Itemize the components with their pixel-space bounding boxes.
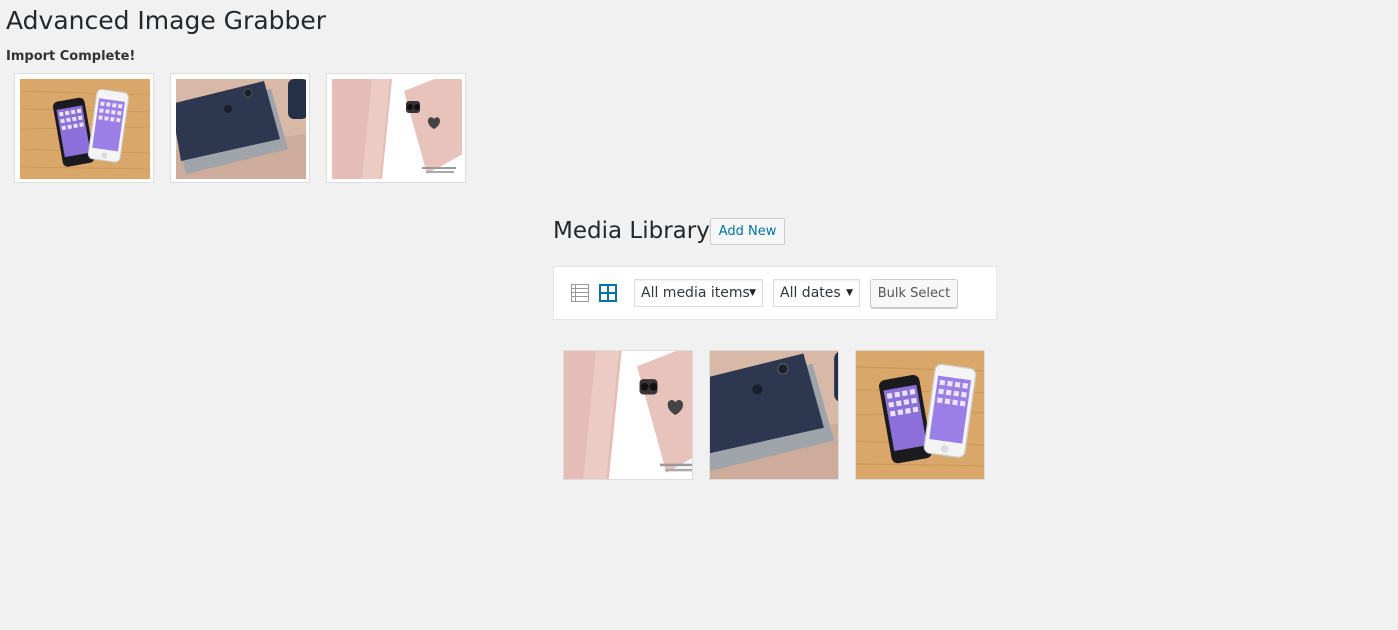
imported-image-thumbnail — [170, 73, 310, 183]
media-item[interactable] — [855, 350, 985, 480]
add-new-button[interactable]: Add New — [710, 218, 785, 245]
photo-iphones-blue — [176, 79, 306, 179]
media-item[interactable] — [709, 350, 839, 480]
media-type-filter-value: All media items — [641, 285, 750, 301]
photo-iphones-wood — [20, 79, 150, 179]
photo-iphones-blue — [710, 351, 838, 479]
imported-image-thumbnail — [326, 73, 466, 183]
dropdown-caret-icon: ▼ — [749, 288, 756, 298]
plugin-title: Advanced Image Grabber — [6, 6, 327, 35]
list-view-icon[interactable] — [571, 284, 589, 302]
media-library-grid — [563, 350, 985, 480]
photo-iphone-rose — [332, 79, 462, 179]
media-type-filter[interactable]: All media items ▼ — [634, 279, 763, 307]
date-filter[interactable]: All dates ▼ — [773, 279, 860, 307]
media-toolbar: All media items ▼ All dates ▼ Bulk Selec… — [553, 266, 997, 320]
bulk-select-button[interactable]: Bulk Select — [870, 279, 958, 308]
date-filter-value: All dates — [780, 285, 841, 301]
grid-view-icon[interactable] — [599, 284, 617, 302]
media-item[interactable] — [563, 350, 693, 480]
media-library-title: Media Library — [553, 218, 710, 244]
photo-iphone-rose — [564, 351, 692, 479]
dropdown-caret-icon: ▼ — [846, 288, 853, 298]
photo-iphones-wood — [856, 351, 984, 479]
imported-images — [14, 73, 466, 183]
import-status-message: Import Complete! — [6, 49, 136, 64]
imported-image-thumbnail — [14, 73, 154, 183]
